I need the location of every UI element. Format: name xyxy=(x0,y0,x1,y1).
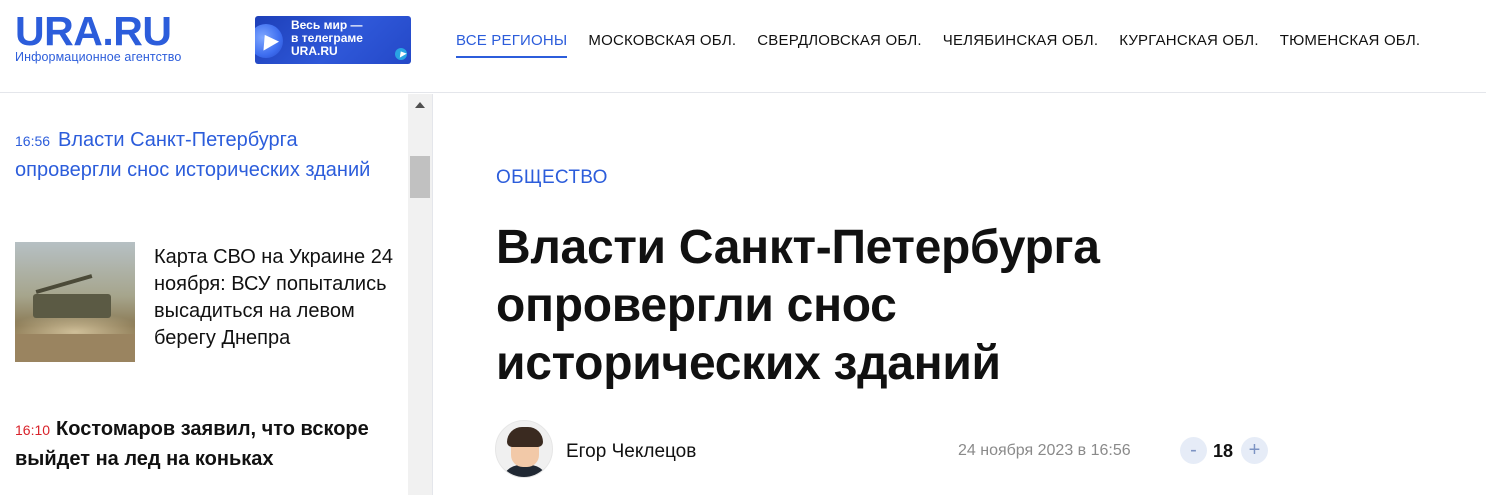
rating-count: 18 xyxy=(1213,441,1234,461)
vote-up-button[interactable]: + xyxy=(1241,437,1268,464)
region-nav: ВСЕ РЕГИОНЫ МОСКОВСКАЯ ОБЛ. СВЕРДЛОВСКАЯ… xyxy=(456,32,1441,58)
news-time: 16:10 xyxy=(15,422,51,438)
telegram-logo-icon xyxy=(395,48,407,60)
site-logo[interactable]: URA.RU Информационное агентство xyxy=(15,10,215,70)
vote-down-button[interactable]: - xyxy=(1180,437,1207,464)
author-name[interactable]: Егор Чеклецов xyxy=(566,441,696,463)
photo-ground xyxy=(15,334,135,362)
telegram-banner[interactable]: Весь мир — в телеграме URA.RU xyxy=(255,16,411,64)
news-feed-sidebar: 16:56 Власти Санкт-Петербурга опровергли … xyxy=(0,94,433,495)
author-avatar[interactable] xyxy=(495,420,553,478)
telegram-banner-text: Весь мир — в телеграме URA.RU xyxy=(291,19,401,58)
news-title[interactable]: Костомаров заявил, что вскоре выйдет на … xyxy=(15,418,369,470)
logo-tagline: Информационное агентство xyxy=(15,50,182,64)
nav-kurgan-region[interactable]: КУРГАНСКАЯ ОБЛ. xyxy=(1119,32,1259,58)
nav-chelyabinsk-region[interactable]: ЧЕЛЯБИНСКАЯ ОБЛ. xyxy=(943,32,1098,58)
news-item[interactable]: 16:10 Костомаров заявил, что вскоре выйде… xyxy=(15,415,395,474)
photo-artillery xyxy=(33,294,111,318)
scroll-thumb[interactable] xyxy=(410,156,430,198)
scroll-up-arrow-icon[interactable] xyxy=(415,102,425,108)
logo-wordmark: URA.RU xyxy=(15,8,172,54)
nav-moscow-region[interactable]: МОСКОВСКАЯ ОБЛ. xyxy=(588,32,736,58)
photo-gun-barrel xyxy=(35,274,93,294)
nav-tyumen-region[interactable]: ТЮМЕНСКАЯ ОБЛ. xyxy=(1280,32,1421,58)
news-thumbnail[interactable] xyxy=(15,242,135,362)
news-item-title[interactable]: Карта СВО на Украине 24 ноября: ВСУ попы… xyxy=(154,244,394,352)
news-title[interactable]: Власти Санкт-Петербурга опровергли снос … xyxy=(15,129,370,181)
avatar-hair xyxy=(507,427,543,447)
article-category[interactable]: ОБЩЕСТВО xyxy=(496,167,608,189)
site-header: URA.RU Информационное агентство Весь мир… xyxy=(0,0,1486,93)
banner-line-3: URA.RU xyxy=(291,44,338,58)
nav-sverdlovsk-region[interactable]: СВЕРДЛОВСКАЯ ОБЛ. xyxy=(757,32,922,58)
publish-date: 24 ноября 2023 в 16:56 xyxy=(958,442,1131,459)
article-title: Власти Санкт-Петербурга опровергли снос … xyxy=(496,221,1100,390)
news-item-current[interactable]: 16:56 Власти Санкт-Петербурга опровергли … xyxy=(15,126,395,184)
nav-all-regions[interactable]: ВСЕ РЕГИОНЫ xyxy=(456,32,568,58)
news-time: 16:56 xyxy=(15,133,51,149)
sidebar-scrollbar[interactable] xyxy=(408,94,432,495)
